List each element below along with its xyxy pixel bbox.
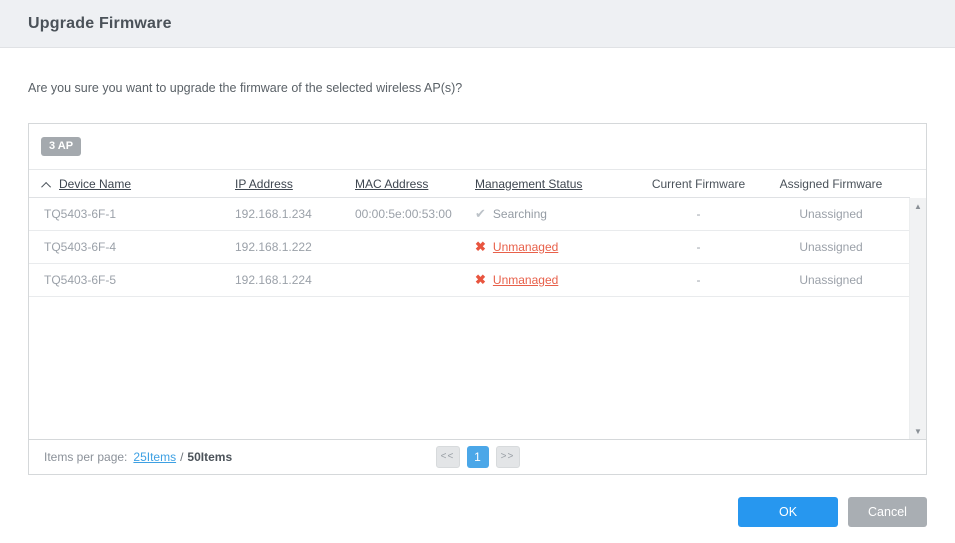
ap-count-badge: 3 AP xyxy=(41,137,81,156)
management-status-cell: ✔ Searching xyxy=(475,206,645,222)
table-toolbar: 3 AP xyxy=(29,124,926,170)
next-page-button[interactable]: >> xyxy=(496,446,520,468)
assigned-firmware-cell: Unassigned xyxy=(752,273,910,287)
vertical-scrollbar[interactable]: ▲ ▼ xyxy=(909,198,926,439)
assigned-firmware-cell: Unassigned xyxy=(752,240,910,254)
management-status-cell: ✖ Unmanaged xyxy=(475,239,645,255)
table-row[interactable]: TQ5403-6F-5 192.168.1.224 ✖ Unmanaged - … xyxy=(29,264,910,297)
device-name-cell: TQ5403-6F-1 xyxy=(29,207,235,221)
sort-ascending-icon xyxy=(41,181,51,191)
device-name-cell: TQ5403-6F-4 xyxy=(29,240,235,254)
table-header-row: Device Name IP Address MAC Address Manag… xyxy=(29,170,910,198)
ip-address-cell: 192.168.1.222 xyxy=(235,240,355,254)
confirmation-message: Are you sure you want to upgrade the fir… xyxy=(28,81,462,95)
mac-address-cell: 00:00:5e:00:53:00 xyxy=(355,207,475,221)
current-firmware-cell: - xyxy=(645,240,752,254)
check-icon: ✔ xyxy=(475,206,486,222)
device-name-cell: TQ5403-6F-5 xyxy=(29,273,235,287)
items-per-page-label: Items per page: xyxy=(44,450,127,464)
unmanaged-link[interactable]: Unmanaged xyxy=(493,240,558,254)
items-per-page-25-link[interactable]: 25Items xyxy=(133,450,176,464)
column-header-mac-address[interactable]: MAC Address xyxy=(355,177,475,191)
current-firmware-cell: - xyxy=(645,207,752,221)
assigned-firmware-cell: Unassigned xyxy=(752,207,910,221)
pagination-bar: Items per page: 25Items / 50Items << 1 >… xyxy=(29,439,926,473)
table-row[interactable]: TQ5403-6F-1 192.168.1.234 00:00:5e:00:53… xyxy=(29,198,910,231)
items-per-page-separator: / xyxy=(180,450,183,464)
column-header-management-status[interactable]: Management Status xyxy=(475,177,645,191)
column-header-current-firmware: Current Firmware xyxy=(645,177,752,191)
current-page-button[interactable]: 1 xyxy=(467,446,489,468)
current-firmware-cell: - xyxy=(645,273,752,287)
x-icon: ✖ xyxy=(475,239,486,255)
previous-page-button[interactable]: << xyxy=(436,446,460,468)
table-row[interactable]: TQ5403-6F-4 192.168.1.222 ✖ Unmanaged - … xyxy=(29,231,910,264)
ip-address-cell: 192.168.1.224 xyxy=(235,273,355,287)
column-header-ip-address[interactable]: IP Address xyxy=(235,177,355,191)
cancel-button[interactable]: Cancel xyxy=(848,497,927,527)
scroll-up-icon[interactable]: ▲ xyxy=(910,198,926,214)
status-label: Searching xyxy=(493,207,547,221)
table-body: TQ5403-6F-1 192.168.1.234 00:00:5e:00:53… xyxy=(29,198,926,439)
items-per-page-50-selected: 50Items xyxy=(187,450,232,464)
page-controls: << 1 >> xyxy=(436,446,520,468)
management-status-cell: ✖ Unmanaged xyxy=(475,272,645,288)
x-icon: ✖ xyxy=(475,272,486,288)
column-header-assigned-firmware: Assigned Firmware xyxy=(752,177,910,191)
dialog-title: Upgrade Firmware xyxy=(28,15,172,33)
unmanaged-link[interactable]: Unmanaged xyxy=(493,273,558,287)
ap-table: 3 AP Device Name IP Address MAC Address … xyxy=(28,123,927,475)
ip-address-cell: 192.168.1.234 xyxy=(235,207,355,221)
scroll-down-icon[interactable]: ▼ xyxy=(910,423,926,439)
column-header-device-name[interactable]: Device Name xyxy=(29,177,235,191)
ok-button[interactable]: OK xyxy=(738,497,838,527)
dialog-header: Upgrade Firmware xyxy=(0,0,955,48)
